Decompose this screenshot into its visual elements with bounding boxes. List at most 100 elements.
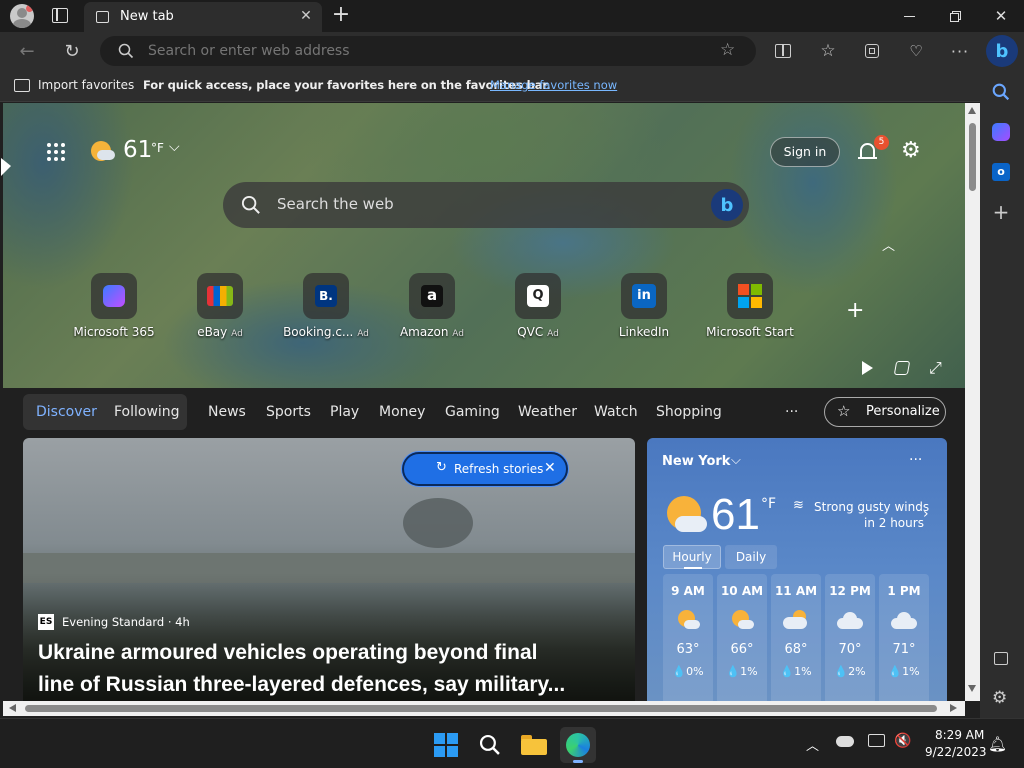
refresh-stories-pill[interactable]: ↻ Refresh stories ✕ <box>402 452 568 486</box>
hourly-forecast-item[interactable]: 12 PM 70° 💧2% <box>825 574 875 701</box>
display-icon[interactable] <box>868 734 885 747</box>
wind-icon: ≋ <box>793 498 804 513</box>
fullscreen-icon[interactable]: ⤢ <box>929 358 942 378</box>
qvc-icon: Q <box>527 285 549 307</box>
shortcut-microsoft-365[interactable]: Microsoft 365 <box>69 273 159 339</box>
play-video-icon[interactable] <box>862 361 873 375</box>
horizontal-scrollbar[interactable] <box>3 701 965 716</box>
web-search-box[interactable]: Search the web b <box>223 182 749 228</box>
page-settings-icon[interactable]: ⚙ <box>901 138 921 163</box>
hourly-forecast-item[interactable]: 10 AM 66° 💧1% <box>717 574 767 701</box>
tab-weather[interactable]: Weather <box>518 404 577 420</box>
favorite-star-icon[interactable]: ☆ <box>720 40 735 60</box>
scroll-left-icon[interactable] <box>9 704 16 712</box>
weather-more-button[interactable]: ··· <box>909 452 922 468</box>
taskbar-search-icon[interactable] <box>472 727 508 763</box>
sidebar-search-icon[interactable] <box>992 83 1010 101</box>
horizontal-scroll-thumb[interactable] <box>25 705 937 712</box>
tab-money[interactable]: Money <box>379 404 425 420</box>
file-explorer-icon[interactable] <box>516 727 552 763</box>
bing-chat-icon[interactable]: b <box>711 189 743 221</box>
new-tab-button[interactable]: + <box>330 2 352 28</box>
sidebar-add-icon[interactable]: + <box>992 202 1010 222</box>
hourly-forecast-item[interactable]: 9 AM 63° 💧0% <box>663 574 713 701</box>
clock-time[interactable]: 8:29 AM <box>935 728 984 742</box>
web-search-input[interactable]: Search the web <box>277 195 394 213</box>
tab-watch[interactable]: Watch <box>594 404 638 420</box>
show-hidden-icons[interactable]: ︿ <box>806 735 819 754</box>
copilot-bing-icon[interactable]: b <box>986 35 1018 67</box>
shortcut-linkedin[interactable]: in LinkedIn <box>599 273 689 339</box>
edge-browser-icon[interactable] <box>560 727 596 763</box>
weather-city[interactable]: New York <box>662 454 730 469</box>
vertical-scroll-thumb[interactable] <box>969 123 976 191</box>
story-source: Evening Standard · 4h <box>62 615 190 629</box>
notification-center-icon[interactable]: 🔔︎ <box>988 735 1007 753</box>
restore-icon[interactable] <box>932 0 978 32</box>
weather-widget[interactable]: 61 °F ⌵ <box>89 137 189 167</box>
notifications-bell-icon[interactable]: 5 <box>858 135 889 163</box>
tab-shopping[interactable]: Shopping <box>656 404 722 420</box>
collapse-chevron-icon[interactable]: ︿ <box>882 235 895 254</box>
close-tab-icon[interactable]: ✕ <box>298 8 314 24</box>
address-input[interactable] <box>148 42 708 60</box>
manage-favorites-link[interactable]: Manage favorites now <box>490 78 617 92</box>
sign-in-button[interactable]: Sign in <box>770 137 840 167</box>
tab-following[interactable]: Following <box>114 404 180 420</box>
volume-muted-icon[interactable]: 🔇 <box>894 733 911 749</box>
dismiss-refresh-icon[interactable]: ✕ <box>544 460 556 476</box>
sidebar-copilot-icon[interactable] <box>992 123 1010 141</box>
split-screen-icon[interactable] <box>770 38 796 64</box>
scroll-right-icon[interactable] <box>950 704 957 712</box>
personalize-button[interactable]: ☆ Personalize <box>824 397 946 427</box>
refresh-icon: ↻ <box>436 460 447 475</box>
story-headline-line1[interactable]: Ukraine armoured vehicles operating beyo… <box>38 641 537 665</box>
tab-play[interactable]: Play <box>330 404 359 420</box>
tab-news[interactable]: News <box>208 404 246 420</box>
onedrive-icon[interactable] <box>836 736 854 747</box>
chevron-right-icon[interactable]: › <box>923 506 929 522</box>
apps-launcher-icon[interactable] <box>47 143 65 161</box>
tab-hourly[interactable]: Hourly <box>663 545 721 569</box>
shortcut-qvc[interactable]: Q QVC Ad <box>493 273 583 339</box>
add-shortcut-icon[interactable]: + <box>846 298 864 323</box>
scroll-down-icon[interactable] <box>968 685 976 692</box>
more-tabs-button[interactable]: ··· <box>785 404 798 420</box>
close-window-icon[interactable]: ✕ <box>978 0 1024 32</box>
settings-more-icon[interactable]: ··· <box>947 38 973 64</box>
minimize-icon[interactable] <box>886 0 932 32</box>
tab-discover[interactable]: Discover <box>36 404 97 420</box>
refresh-icon[interactable]: ↻ <box>59 38 85 64</box>
tab-daily[interactable]: Daily <box>725 545 777 569</box>
tab-sports[interactable]: Sports <box>266 404 311 420</box>
import-favorites-button[interactable]: Import favorites <box>38 78 134 92</box>
hourly-forecast-item[interactable]: 1 PM 71° 💧1% <box>879 574 929 701</box>
clock-date[interactable]: 9/22/2023 <box>925 745 987 759</box>
sidebar-outlook-icon[interactable]: o <box>992 163 1010 181</box>
change-background-icon[interactable] <box>893 361 911 375</box>
weather-alert-line2[interactable]: in 2 hours <box>864 516 924 530</box>
windows-start-icon[interactable] <box>428 727 464 763</box>
shortcut-booking[interactable]: B. Booking.c... Ad <box>281 273 371 339</box>
vertical-scrollbar[interactable] <box>965 103 980 701</box>
story-headline-line2[interactable]: line of Russian three-layered defences, … <box>38 673 565 697</box>
weather-alert-line1[interactable]: Strong gusty winds <box>814 500 929 514</box>
scroll-up-icon[interactable] <box>968 107 976 114</box>
collections-icon[interactable] <box>859 38 885 64</box>
cloudy-icon <box>879 610 929 632</box>
tab-gaming[interactable]: Gaming <box>445 404 500 420</box>
shortcut-microsoft-start[interactable]: Microsoft Start <box>705 273 795 339</box>
browser-essentials-icon[interactable]: ♡ <box>903 38 929 64</box>
profile-avatar[interactable] <box>10 4 34 28</box>
back-icon[interactable]: ← <box>14 38 40 64</box>
sidebar-hide-icon[interactable] <box>994 652 1008 665</box>
address-bar[interactable]: ☆ <box>100 36 756 66</box>
sidebar-settings-icon[interactable]: ⚙ <box>992 688 1007 708</box>
tab-new-tab[interactable]: New tab ✕ <box>84 2 322 32</box>
favorites-icon[interactable]: ☆ <box>815 38 841 64</box>
shortcut-ebay[interactable]: eBay Ad <box>175 273 265 339</box>
weather-card[interactable]: New York ⌵ ··· 61 °F ≋ Strong gusty wind… <box>647 438 947 701</box>
shortcut-amazon[interactable]: a Amazon Ad <box>387 273 477 339</box>
tab-actions-icon[interactable] <box>52 8 68 23</box>
hourly-forecast-item[interactable]: 11 AM 68° 💧1% <box>771 574 821 701</box>
